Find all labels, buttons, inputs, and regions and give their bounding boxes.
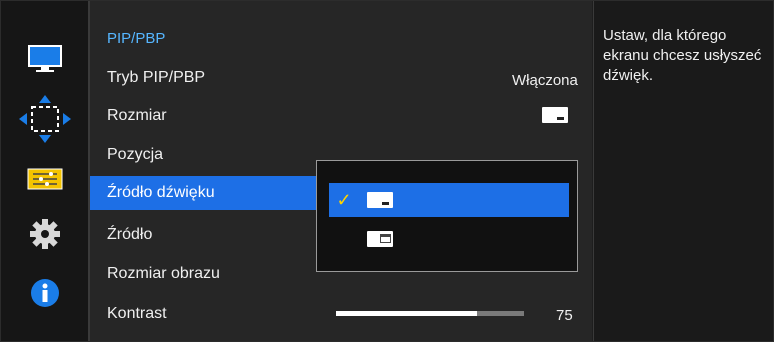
dropdown-option-main[interactable]: ✓ xyxy=(329,183,569,217)
rail-item-pip-pbp[interactable] xyxy=(1,95,89,143)
menu-item-source[interactable]: Źródło xyxy=(90,218,316,252)
menu-title: PIP/PBP xyxy=(107,30,166,47)
info-icon xyxy=(31,279,59,307)
rail-item-settings[interactable] xyxy=(1,214,89,254)
icon-rail xyxy=(1,1,89,341)
help-text: Ustaw, dla którego ekranu chcesz usłysze… xyxy=(603,27,762,84)
menu-item-size[interactable]: Rozmiar xyxy=(90,99,316,133)
pip-mode-value: Włączona xyxy=(512,72,578,89)
menu-item-sound-source[interactable]: Źródło dźwięku xyxy=(90,176,316,210)
menu-item-picture-size[interactable]: Rozmiar obrazu xyxy=(90,257,316,291)
menu-item-position[interactable]: Pozycja xyxy=(90,138,316,172)
monitor-icon xyxy=(28,45,62,72)
contrast-slider-fill xyxy=(336,311,477,316)
rail-item-system[interactable] xyxy=(1,159,89,199)
rail-item-information[interactable] xyxy=(1,273,89,313)
main-screen-sound-icon xyxy=(367,192,393,208)
menu-item-pip-mode[interactable]: Tryb PIP/PBP xyxy=(90,61,316,95)
contrast-value: 75 xyxy=(556,307,573,324)
gear-icon xyxy=(30,219,60,249)
pip-arrows-icon xyxy=(19,95,71,143)
rail-item-picture[interactable] xyxy=(1,39,89,79)
settings-list-icon xyxy=(27,168,63,190)
menu-item-contrast[interactable]: Kontrast xyxy=(90,297,316,331)
dropdown-option-sub[interactable] xyxy=(329,222,569,256)
sound-source-dropdown: ✓ xyxy=(316,160,578,272)
checkmark-icon: ✓ xyxy=(336,189,352,210)
contrast-slider[interactable] xyxy=(336,311,524,316)
sub-screen-sound-icon xyxy=(367,231,393,247)
pip-small-window-icon xyxy=(542,107,568,123)
osd-window: PIP/PBP Tryb PIP/PBP Włączona Rozmiar Po… xyxy=(0,0,774,342)
